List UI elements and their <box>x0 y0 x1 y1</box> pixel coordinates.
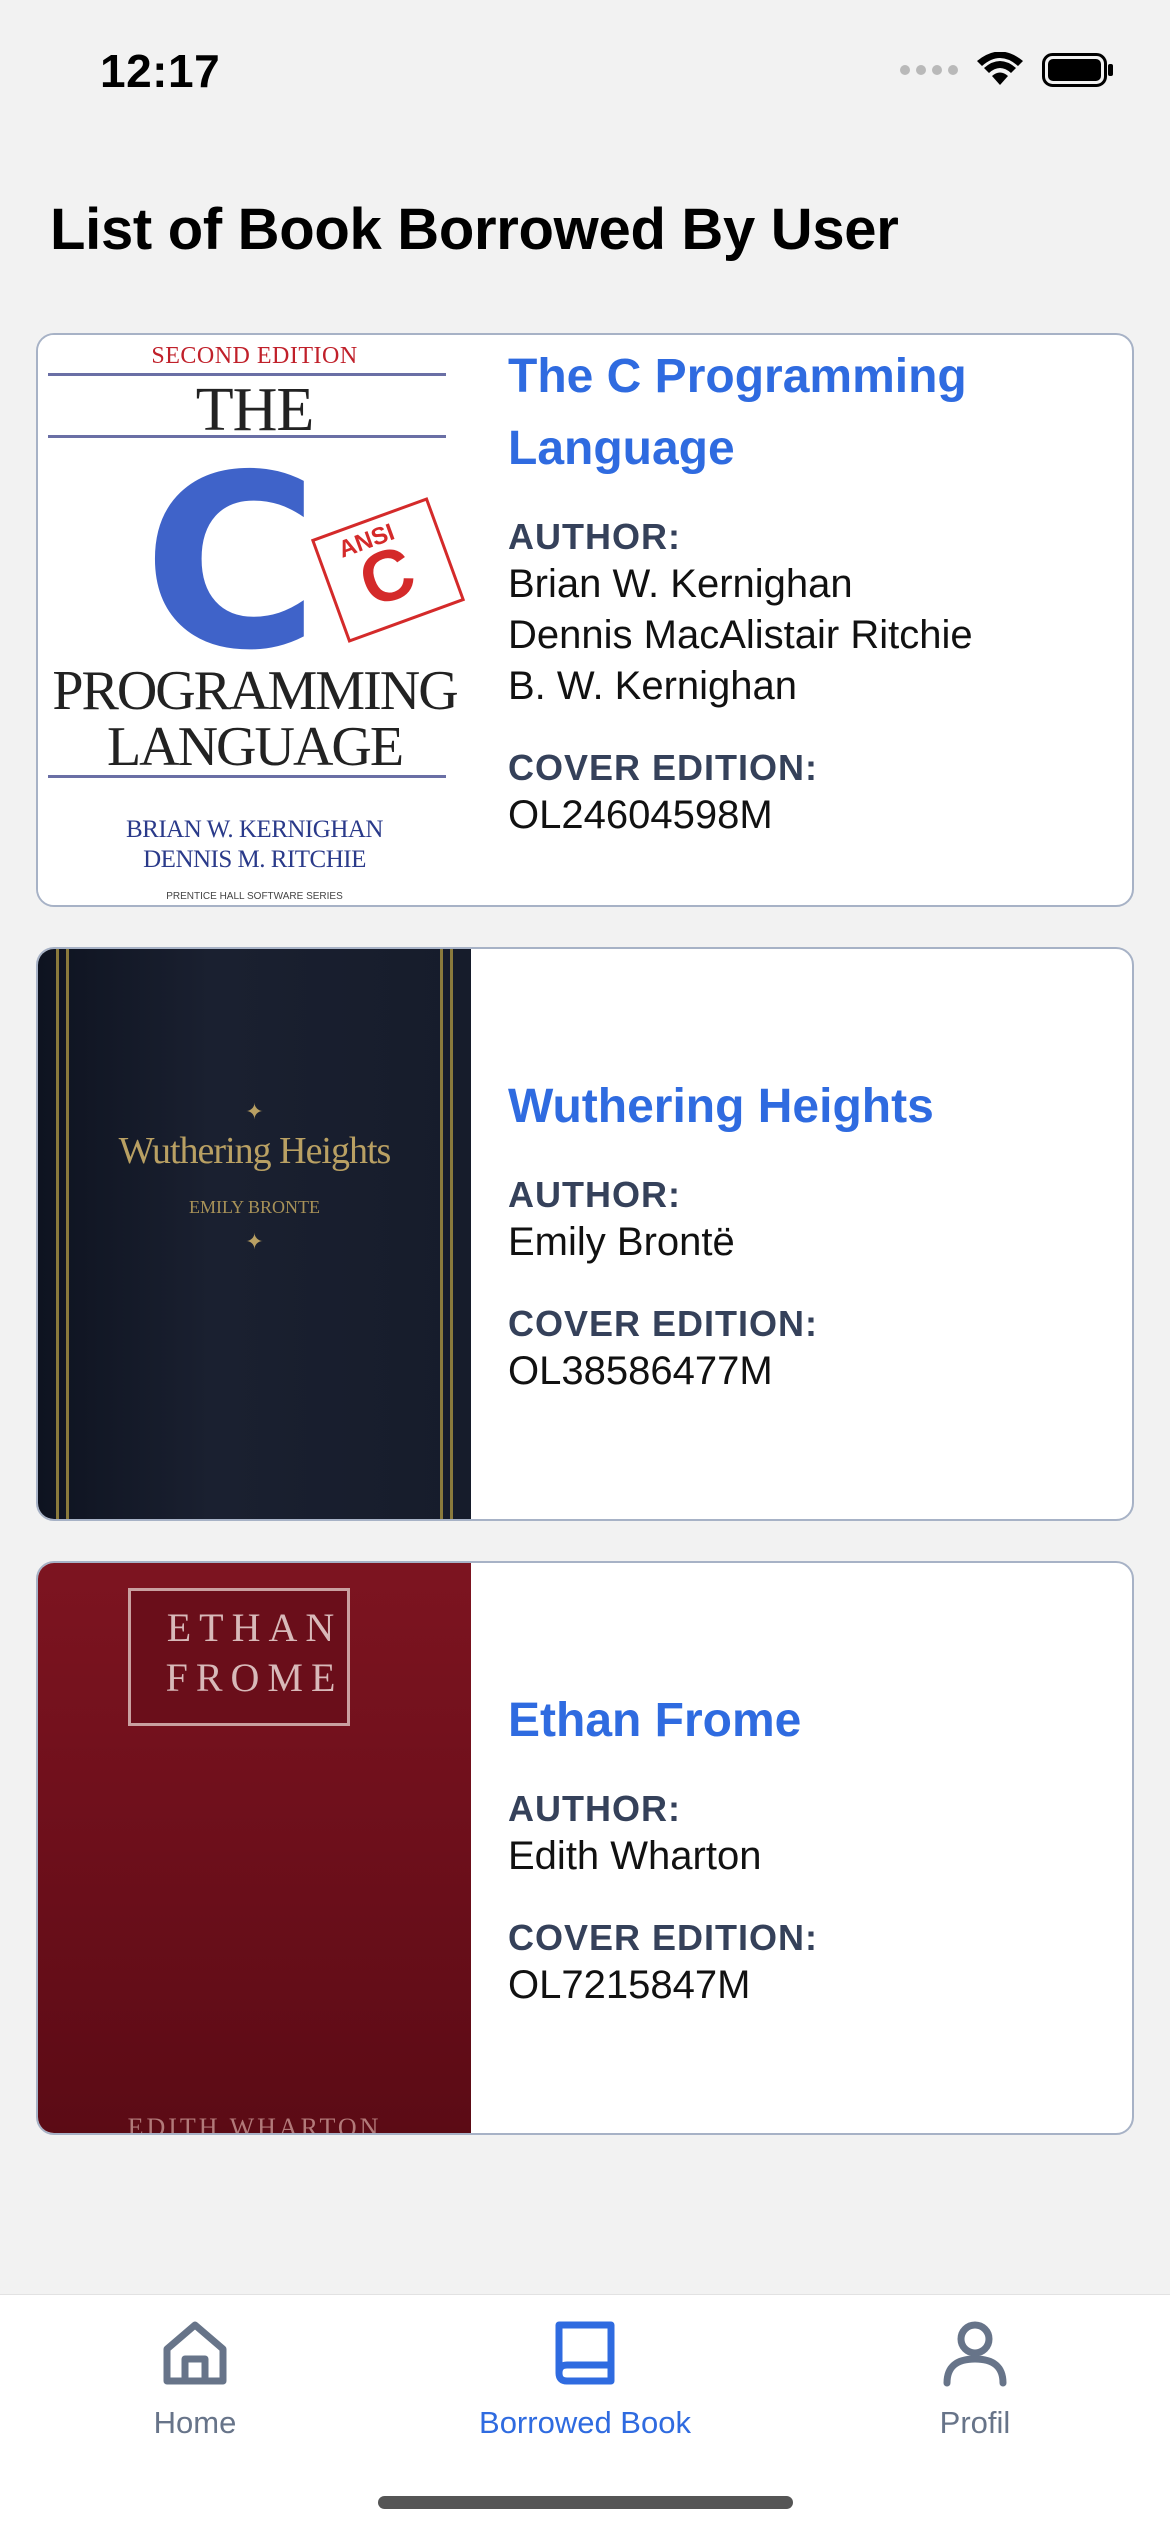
author-label: AUTHOR: <box>508 1174 681 1215</box>
status-icons <box>900 52 1114 88</box>
tab-home[interactable]: Home <box>0 2315 390 2441</box>
author-name: Edith Wharton <box>508 1834 762 1878</box>
cover-edition-label: COVER EDITION: <box>508 1303 819 1344</box>
cover-edition-section: COVER EDITION: OL38586477M <box>508 1302 1112 1397</box>
home-icon <box>163 2321 227 2385</box>
book-card[interactable]: ✦ Wuthering Heights EMILY BRONTE ✦ Wuthe… <box>36 947 1134 1521</box>
book-info: Wuthering Heights AUTHOR: Emily Brontë C… <box>471 949 1132 1519</box>
cover-edition-section: COVER EDITION: OL24604598M <box>508 746 1112 841</box>
cover-edition-section: COVER EDITION: OL7215847M <box>508 1916 1112 2011</box>
cellular-signal-icon <box>900 65 958 75</box>
author-label: AUTHOR: <box>508 516 681 557</box>
status-time: 12:17 <box>100 45 221 97</box>
cover-edition-value: OL7215847M <box>508 1963 751 2007</box>
tab-borrowed-book[interactable]: Borrowed Book <box>390 2315 780 2441</box>
cover-edition-value: OL38586477M <box>508 1349 773 1393</box>
author-name: Brian W. Kernighan <box>508 562 853 606</box>
author-label: AUTHOR: <box>508 1788 681 1829</box>
borrowed-book-list: SECOND EDITION THE C ANSI C PROGRAMMING … <box>36 333 1134 2175</box>
author-section: AUTHOR: Edith Wharton <box>508 1787 1112 1882</box>
book-cover-image: SECOND EDITION THE C ANSI C PROGRAMMING … <box>38 335 471 905</box>
author-section: AUTHOR: Brian W. Kernighan Dennis MacAli… <box>508 515 1112 712</box>
book-info: The C Programming Language AUTHOR: Brian… <box>471 335 1132 905</box>
wifi-icon <box>977 52 1023 85</box>
battery-icon <box>1042 53 1113 87</box>
tab-profil-label: Profil <box>939 2405 1011 2440</box>
book-title[interactable]: Wuthering Heights <box>508 1071 1112 1143</box>
tab-borrowed-book-label: Borrowed Book <box>479 2405 691 2440</box>
cover-edition-value: OL24604598M <box>508 793 773 837</box>
author-section: AUTHOR: Emily Brontë <box>508 1173 1112 1268</box>
status-bar: 12:17 <box>0 0 1170 150</box>
tab-profil[interactable]: Profil <box>780 2315 1170 2441</box>
author-name: B. W. Kernighan <box>508 664 798 708</box>
book-title[interactable]: Ethan Frome <box>508 1685 1112 1757</box>
author-name: Dennis MacAlistair Ritchie <box>508 613 973 657</box>
book-icon <box>555 2321 615 2385</box>
book-info: Ethan Frome AUTHOR: Edith Wharton COVER … <box>471 1563 1132 2133</box>
book-cover-image: ETHAN FROME EDITH WHARTON <box>38 1563 471 2133</box>
cover-edition-label: COVER EDITION: <box>508 1917 819 1958</box>
cover-edition-label: COVER EDITION: <box>508 747 819 788</box>
book-title[interactable]: The C Programming Language <box>508 341 1112 485</box>
book-cover-image: ✦ Wuthering Heights EMILY BRONTE ✦ <box>38 949 471 1519</box>
book-card[interactable]: ETHAN FROME EDITH WHARTON Ethan Frome AU… <box>36 1561 1134 2135</box>
tab-home-label: Home <box>153 2405 237 2440</box>
home-indicator[interactable] <box>378 2496 793 2509</box>
author-name: Emily Brontë <box>508 1220 735 1264</box>
book-card[interactable]: SECOND EDITION THE C ANSI C PROGRAMMING … <box>36 333 1134 907</box>
page-title: List of Book Borrowed By User <box>50 197 899 262</box>
user-icon <box>943 2321 1007 2387</box>
